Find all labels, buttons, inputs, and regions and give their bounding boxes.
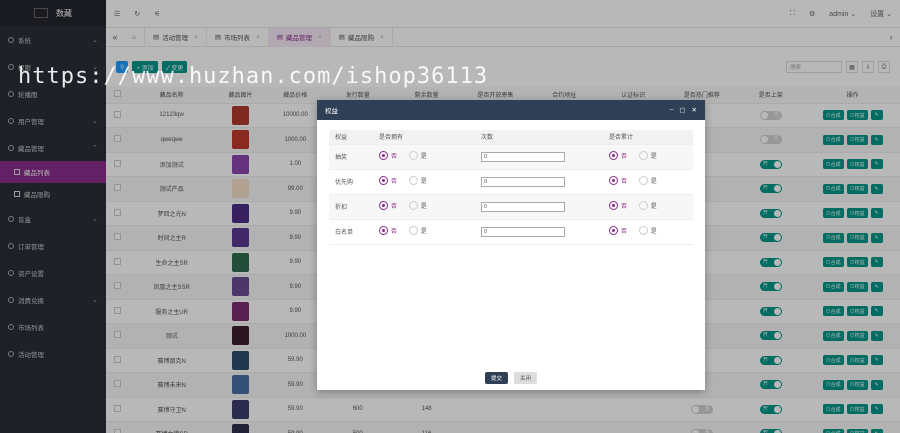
watermark-text: https://www.huzhan.com/ishop36113 <box>18 64 489 89</box>
radio-own-yes[interactable]: 否 <box>379 176 397 185</box>
radio-acc-no[interactable]: 是 <box>638 226 657 235</box>
rights-name: 抽奖 <box>329 144 373 170</box>
radio-acc-no[interactable]: 是 <box>638 151 657 160</box>
radio-own-yes[interactable]: 否 <box>379 151 397 160</box>
accumulate-radios: 否 是 <box>603 169 693 195</box>
modal-title: 权益 <box>325 108 338 115</box>
count-input[interactable]: 0 <box>481 151 565 162</box>
own-radios: 否 是 <box>373 219 475 245</box>
count-cell: 0 <box>475 144 603 170</box>
count-input[interactable]: 0 <box>481 176 565 187</box>
maximize-icon[interactable]: ▢ <box>679 106 685 114</box>
rights-name: 白名单 <box>329 219 373 245</box>
rights-row: 折扣 否 是 0 否 是 <box>329 194 693 220</box>
count-input[interactable]: 0 <box>481 201 565 212</box>
rights-row: 优先购 否 是 0 否 是 <box>329 169 693 195</box>
radio-acc-yes[interactable]: 否 <box>609 176 627 185</box>
own-radios: 否 是 <box>373 194 475 220</box>
radio-own-no[interactable]: 是 <box>408 151 427 160</box>
count-cell: 0 <box>475 169 603 195</box>
radio-acc-yes[interactable]: 否 <box>609 151 627 160</box>
own-radios: 否 是 <box>373 144 475 170</box>
radio-own-yes[interactable]: 否 <box>379 226 397 235</box>
radio-own-yes[interactable]: 否 <box>379 201 397 210</box>
submit-button[interactable]: 提交 <box>484 372 508 384</box>
accumulate-radios: 否 是 <box>603 144 693 170</box>
radio-acc-no[interactable]: 是 <box>638 176 657 185</box>
rights-modal: 权益 – ▢ ✕ 权益 是否拥有 次数 是否累计 抽奖 否 是 0 否 是 优先购 否… <box>317 100 705 390</box>
radio-own-no[interactable]: 是 <box>408 176 427 185</box>
radio-own-no[interactable]: 是 <box>408 226 427 235</box>
rights-table: 权益 是否拥有 次数 是否累计 抽奖 否 是 0 否 是 优先购 否 是 0 否 是 … <box>329 130 693 245</box>
rights-column-header: 权益 <box>329 130 373 145</box>
count-cell: 0 <box>475 219 603 245</box>
radio-acc-yes[interactable]: 否 <box>609 201 627 210</box>
count-cell: 0 <box>475 194 603 220</box>
own-radios: 否 是 <box>373 169 475 195</box>
rights-column-header: 是否累计 <box>603 130 693 145</box>
count-input[interactable]: 0 <box>481 226 565 237</box>
close-button[interactable]: 关闭 <box>514 372 538 384</box>
accumulate-radios: 否 是 <box>603 219 693 245</box>
minimize-icon[interactable]: – <box>670 106 674 114</box>
rights-name: 优先购 <box>329 169 373 195</box>
close-icon[interactable]: ✕ <box>692 106 697 114</box>
radio-acc-no[interactable]: 是 <box>638 201 657 210</box>
rights-row: 白名单 否 是 0 否 是 <box>329 219 693 245</box>
rights-column-header: 次数 <box>475 130 603 145</box>
rights-name: 折扣 <box>329 194 373 220</box>
rights-column-header: 是否拥有 <box>373 130 475 145</box>
modal-header: 权益 – ▢ ✕ <box>317 100 705 120</box>
rights-row: 抽奖 否 是 0 否 是 <box>329 144 693 170</box>
radio-own-no[interactable]: 是 <box>408 201 427 210</box>
radio-acc-yes[interactable]: 否 <box>609 226 627 235</box>
accumulate-radios: 否 是 <box>603 194 693 220</box>
